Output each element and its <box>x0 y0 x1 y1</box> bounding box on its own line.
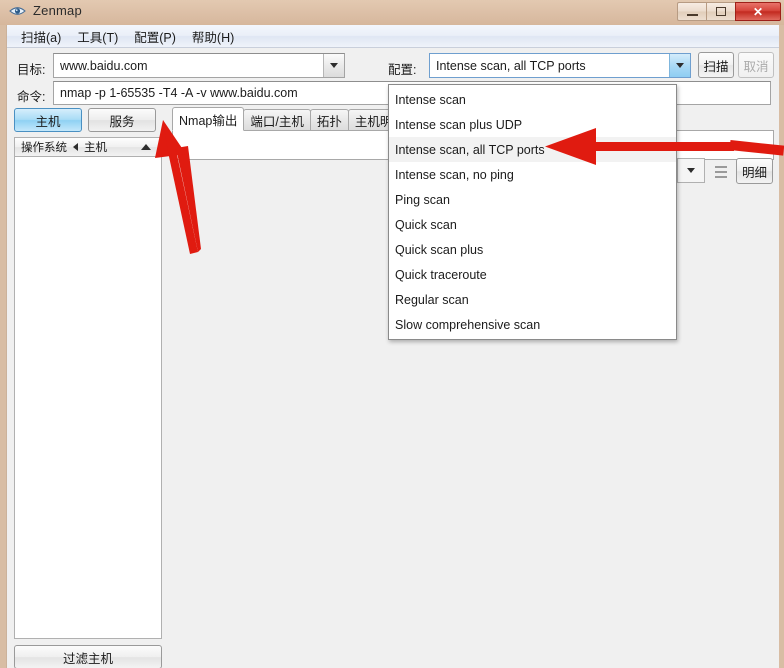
details-button-label: 明细 <box>741 165 767 180</box>
menu-tools-label: 工具(T) <box>77 30 119 45</box>
zenmap-window: Zenmap ✕ 扫描(a) 工具(T) 配置(P) 帮助(H) 目标: www… <box>0 0 784 668</box>
window-controls: ✕ <box>677 2 781 21</box>
chevron-down-icon <box>676 63 684 68</box>
close-button[interactable]: ✕ <box>735 2 781 21</box>
menu-profile[interactable]: 配置(P) <box>128 25 186 48</box>
menu-bar: 扫描(a) 工具(T) 配置(P) 帮助(H) <box>7 25 779 48</box>
output-filter-combo[interactable] <box>677 158 705 183</box>
details-button[interactable]: 明细 <box>736 158 773 184</box>
menu-help-label: 帮助(H) <box>191 30 235 45</box>
zenmap-eye-icon <box>9 4 26 18</box>
dropdown-item-slow-comprehensive-scan[interactable]: Slow comprehensive scan <box>389 312 676 337</box>
dropdown-item-quick-traceroute[interactable]: Quick traceroute <box>389 262 676 287</box>
filter-hosts-label: 过滤主机 <box>62 651 113 666</box>
toolbar-row-target: 目标: www.baidu.com 配置: Intense scan, all … <box>7 52 779 80</box>
dropdown-item-label: Regular scan <box>395 292 469 307</box>
profile-dropdown-list[interactable]: Intense scan Intense scan plus UDP Inten… <box>388 84 677 340</box>
chevron-down-icon <box>687 168 695 173</box>
host-list[interactable] <box>14 157 162 639</box>
menu-help[interactable]: 帮助(H) <box>186 25 244 48</box>
column-os-label: 操作系统 <box>21 142 67 154</box>
tab-ports-hosts[interactable]: 端口/主机 <box>243 109 311 131</box>
dropdown-item-label: Slow comprehensive scan <box>395 317 541 332</box>
menu-tools[interactable]: 工具(T) <box>71 25 128 48</box>
profile-combo[interactable]: Intense scan, all TCP ports <box>429 53 691 78</box>
target-combo[interactable]: www.baidu.com <box>53 53 345 78</box>
maximize-icon <box>716 7 726 16</box>
chevron-left-icon <box>73 143 78 151</box>
tab-topology[interactable]: 拓扑 <box>309 109 349 131</box>
column-host-label: 主机 <box>84 142 107 154</box>
tab-services-label: 服务 <box>109 114 135 129</box>
dropdown-item-intense-scan-no-ping[interactable]: Intense scan, no ping <box>389 162 676 187</box>
maximize-button[interactable] <box>706 2 735 21</box>
command-label: 命令: <box>17 90 46 104</box>
command-value: nmap -p 1-65535 -T4 -A -v www.baidu.com <box>60 86 298 100</box>
tab-nmap-output[interactable]: Nmap输出 <box>172 107 245 131</box>
tab-topology-label: 拓扑 <box>316 115 342 129</box>
filter-hosts-button[interactable]: 过滤主机 <box>14 645 162 668</box>
minimize-icon <box>686 14 698 16</box>
cancel-button-label: 取消 <box>743 59 769 74</box>
titlebar[interactable]: Zenmap ✕ <box>0 0 784 25</box>
dropdown-item-label: Quick scan plus <box>395 242 484 257</box>
output-tabstrip: Nmap输出 端口/主机 拓扑 主机明细 <box>172 107 412 131</box>
target-label: 目标: <box>17 63 46 77</box>
hosts-services-toggle: 主机 服务 <box>14 108 156 132</box>
dropdown-item-intense-scan-all-tcp-ports[interactable]: Intense scan, all TCP ports <box>389 137 676 162</box>
dropdown-item-intense-scan-plus-udp[interactable]: Intense scan plus UDP <box>389 112 676 137</box>
tab-nmap-output-label: Nmap输出 <box>179 113 238 128</box>
tab-ports-hosts-label: 端口/主机 <box>250 115 304 129</box>
left-pane: 主机 服务 操作系统 主机 过滤主机 <box>11 105 166 668</box>
window-title: Zenmap <box>33 3 82 18</box>
profile-value: Intense scan, all TCP ports <box>436 58 586 73</box>
dropdown-item-label: Quick scan <box>395 217 457 232</box>
tab-hosts[interactable]: 主机 <box>14 108 82 132</box>
profile-dropdown-button[interactable] <box>669 54 690 77</box>
tab-services[interactable]: 服务 <box>88 108 156 132</box>
dropdown-item-quick-scan[interactable]: Quick scan <box>389 212 676 237</box>
host-list-column-header[interactable]: 操作系统 主机 <box>14 137 162 157</box>
dropdown-item-label: Ping scan <box>395 192 450 207</box>
dropdown-item-label: Intense scan plus UDP <box>395 117 523 132</box>
close-icon: ✕ <box>752 4 764 19</box>
dropdown-item-label: Quick traceroute <box>395 267 487 282</box>
dropdown-item-regular-scan[interactable]: Regular scan <box>389 287 676 312</box>
dropdown-item-intense-scan[interactable]: Intense scan <box>389 87 676 112</box>
sort-ascending-icon <box>141 144 151 150</box>
cancel-button: 取消 <box>738 52 774 78</box>
menu-lines-icon <box>715 166 727 181</box>
dropdown-item-label: Intense scan <box>395 92 466 107</box>
scan-button-label: 扫描 <box>703 59 729 74</box>
target-value: www.baidu.com <box>60 58 148 73</box>
dropdown-item-label: Intense scan, all TCP ports <box>395 142 545 157</box>
menu-scan-label: 扫描(a) <box>21 30 62 45</box>
dropdown-item-ping-scan[interactable]: Ping scan <box>389 187 676 212</box>
dropdown-item-label: Intense scan, no ping <box>395 167 514 182</box>
chevron-down-icon <box>330 63 338 68</box>
minimize-button[interactable] <box>677 2 706 21</box>
target-dropdown-button[interactable] <box>323 54 344 77</box>
profile-label: 配置: <box>388 63 417 77</box>
tab-hosts-label: 主机 <box>35 114 61 129</box>
dropdown-item-quick-scan-plus[interactable]: Quick scan plus <box>389 237 676 262</box>
menu-profile-label: 配置(P) <box>134 30 176 45</box>
scan-button[interactable]: 扫描 <box>698 52 734 78</box>
titlebar-left: Zenmap <box>9 3 82 18</box>
menu-scan[interactable]: 扫描(a) <box>15 25 71 48</box>
